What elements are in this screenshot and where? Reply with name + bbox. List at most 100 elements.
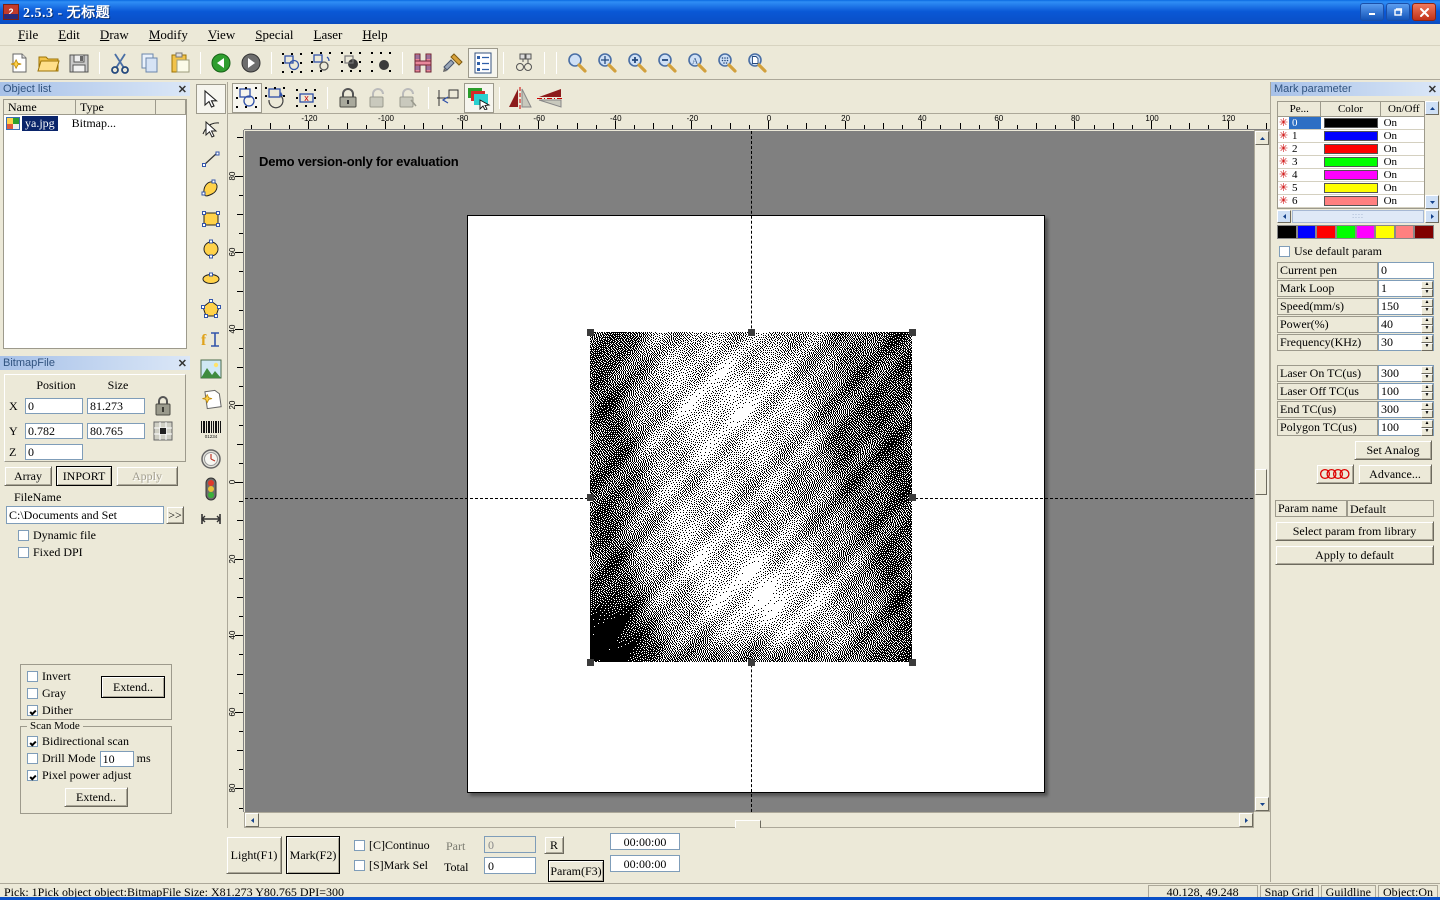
image-extend-button[interactable]: Extend.. — [101, 676, 165, 698]
pen-state-cell[interactable]: On — [1381, 169, 1424, 181]
spinner-up-icon[interactable]: ▲ — [1421, 299, 1433, 307]
apply-to-default-button[interactable]: Apply to default — [1275, 545, 1434, 565]
ungroup-icon[interactable] — [307, 48, 337, 78]
pen-table-body[interactable]: ✳ 0 On ✳ 1 On ✳ 2 On ✳ 3 On ✳ 4 On ✳ 5 On ✳ 6 On — [1278, 117, 1424, 208]
pixel-power-checkbox[interactable]: Pixel power adjust — [27, 767, 165, 784]
filename-input[interactable]: C:\Documents and Set — [6, 506, 164, 524]
pen-scroll-h-right-button[interactable] — [1425, 210, 1439, 223]
fixed-dpi-checkbox[interactable]: Fixed DPI — [18, 544, 190, 561]
spinner-up-icon[interactable]: ▲ — [1421, 384, 1433, 392]
table-row[interactable]: ✳ 2 On — [1278, 143, 1424, 156]
pen-scroll-h-left-button[interactable] — [1277, 210, 1291, 223]
mark-sel-checkbox[interactable]: [S]Mark Sel — [354, 857, 428, 874]
group-icon[interactable] — [277, 48, 307, 78]
lock-aspect-icon[interactable] — [150, 394, 176, 418]
spinner-up-icon[interactable]: ▲ — [1421, 402, 1433, 410]
pen-color-cell[interactable] — [1321, 117, 1380, 129]
table-row[interactable]: ✳ 3 On — [1278, 156, 1424, 169]
pen-state-cell[interactable]: On — [1381, 195, 1424, 207]
pen-state-cell[interactable]: On — [1381, 130, 1424, 142]
menu-draw[interactable]: Draw — [90, 25, 139, 45]
pen-horizontal-scroll-thumb[interactable]: :::: — [1292, 210, 1424, 223]
list-item[interactable]: ya.jpg Bitmap... — [4, 115, 186, 131]
close-button[interactable] — [1412, 3, 1436, 21]
total-value-input[interactable]: 0 — [484, 857, 536, 874]
part-value-input[interactable]: 0 — [484, 836, 536, 853]
pen-color-cell[interactable] — [1321, 143, 1380, 155]
select-param-library-button[interactable]: Select param from library — [1275, 521, 1434, 541]
pen-color-cell[interactable] — [1321, 195, 1380, 207]
save-file-icon[interactable] — [64, 48, 94, 78]
zoom-pan-icon[interactable] — [592, 48, 622, 78]
curve-icon[interactable] — [196, 174, 226, 204]
param-spinner[interactable]: ▲ ▼ — [1421, 420, 1433, 436]
param-value-input[interactable]: 300 ▲ ▼ — [1378, 401, 1434, 418]
mirror-vertical-icon[interactable] — [535, 83, 565, 113]
table-row[interactable]: ✳ 6 On — [1278, 195, 1424, 208]
selection-handle[interactable] — [908, 658, 916, 666]
bitmapfile-close-icon[interactable]: ✕ — [178, 357, 187, 370]
ellipse-icon[interactable] — [196, 234, 226, 264]
timer-icon[interactable] — [196, 444, 226, 474]
zoom-out-icon[interactable] — [652, 48, 682, 78]
node-edit-icon[interactable] — [509, 48, 539, 78]
spinner-down-icon[interactable]: ▼ — [1421, 307, 1433, 315]
copy-icon[interactable] — [135, 48, 165, 78]
zoom-selection-icon[interactable] — [712, 48, 742, 78]
anchor-grid-icon[interactable] — [150, 420, 176, 442]
palette-swatch[interactable] — [1296, 225, 1317, 239]
menu-help[interactable]: Help — [352, 25, 397, 45]
zoom-tool-icon[interactable] — [562, 48, 592, 78]
dynamic-file-checkbox[interactable]: Dynamic file — [18, 527, 190, 544]
spinner-up-icon[interactable]: ▲ — [1421, 420, 1433, 428]
mirror-horizontal-icon[interactable] — [505, 83, 535, 113]
param-spinner[interactable]: ▲ ▼ — [1421, 335, 1433, 351]
color-palette[interactable] — [1277, 225, 1434, 239]
dither-checkbox[interactable]: Dither — [27, 702, 101, 719]
invert-checkbox[interactable]: Invert — [27, 668, 101, 685]
rectangle-icon[interactable] — [196, 204, 226, 234]
scroll-left-button[interactable] — [245, 813, 259, 827]
table-row[interactable]: ✳ 1 On — [1278, 130, 1424, 143]
pen-color-cell[interactable] — [1321, 130, 1380, 142]
selection-handle[interactable] — [586, 493, 594, 501]
column-header-type[interactable]: Type — [76, 100, 156, 114]
pen-state-cell[interactable]: On — [1381, 143, 1424, 155]
pen-color-cell[interactable] — [1321, 169, 1380, 181]
select-arrow-icon[interactable] — [195, 84, 226, 114]
align-origin-icon[interactable] — [434, 83, 464, 113]
bitmap-icon[interactable] — [196, 354, 226, 384]
vertical-scrollbar[interactable] — [1254, 130, 1270, 812]
import-button[interactable]: INPORT — [56, 466, 112, 486]
gray-checkbox[interactable]: Gray — [27, 685, 101, 702]
vector-file-icon[interactable] — [196, 384, 226, 414]
pen-col-header[interactable]: Pe... — [1278, 102, 1322, 117]
palette-swatch[interactable] — [1335, 225, 1356, 239]
scroll-right-button[interactable] — [1239, 813, 1253, 827]
light-button[interactable]: Light(F1) — [226, 836, 282, 874]
vertical-ruler[interactable]: 80 60 40 20 0 20 40 60 80 — [228, 130, 244, 812]
palette-swatch[interactable] — [1375, 225, 1395, 239]
use-default-param-checkbox[interactable]: Use default param — [1279, 243, 1440, 260]
param-value-input[interactable]: 30 ▲ ▼ — [1378, 334, 1434, 351]
lock-icon[interactable] — [333, 83, 363, 113]
zoom-all-icon[interactable]: A — [682, 48, 712, 78]
horizontal-ruler[interactable]: -120 -100 -80 -60 -40 -20 0 20 40 60 80 100 120 — [244, 114, 1270, 130]
param-spinner[interactable]: ▲ ▼ — [1421, 366, 1433, 382]
onoff-col-header[interactable]: On/Off — [1380, 102, 1424, 117]
browse-file-button[interactable]: >> — [166, 506, 184, 524]
param-spinner[interactable]: ▲ ▼ — [1421, 402, 1433, 418]
zoom-page-icon[interactable] — [742, 48, 772, 78]
size-y-input[interactable]: 80.765 — [87, 423, 145, 439]
text-icon[interactable]: f — [196, 324, 226, 354]
undo-icon[interactable] — [206, 48, 236, 78]
palette-swatch[interactable] — [1355, 225, 1376, 239]
scan-extend-button[interactable]: Extend.. — [64, 787, 128, 807]
param-spinner[interactable]: ▲ ▼ — [1421, 317, 1433, 333]
spinner-down-icon[interactable]: ▼ — [1421, 343, 1433, 351]
spinner-down-icon[interactable]: ▼ — [1421, 410, 1433, 418]
hatch-settings-icon[interactable] — [438, 48, 468, 78]
minimize-button[interactable] — [1360, 3, 1384, 21]
spinner-down-icon[interactable]: ▼ — [1421, 392, 1433, 400]
palette-swatch[interactable] — [1277, 225, 1297, 239]
